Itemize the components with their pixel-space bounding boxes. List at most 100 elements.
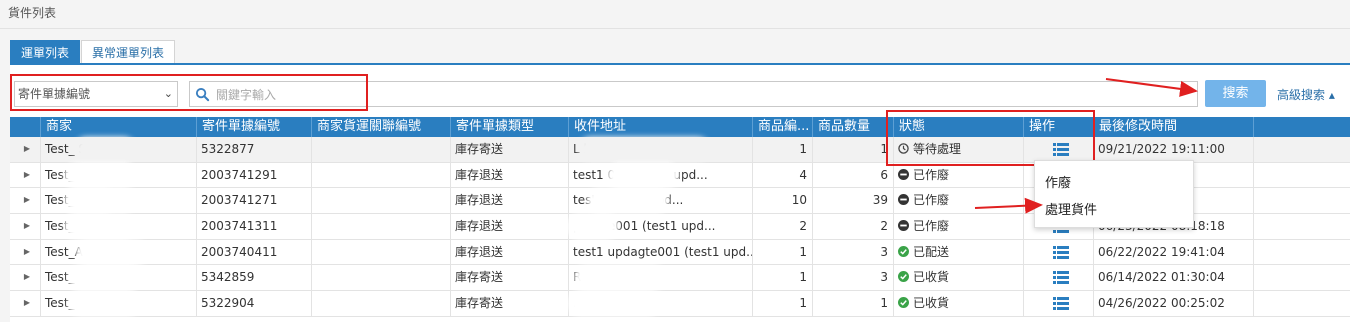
cell-status: 已作廢 [893, 162, 1023, 188]
cell-status: 已作廢 [893, 214, 1023, 239]
cell-status: 已作廢 [893, 188, 1023, 214]
cell-doc-type: 庫存寄送 [450, 291, 568, 316]
cell-item-no: 4 [752, 162, 812, 188]
cell-modified: 06/14/2022 01:30:04 [1093, 265, 1253, 291]
status-label: 已作廢 [913, 167, 950, 182]
table-row[interactable]: ▶Test_ S)5322877庫存寄送L house (IN)11等待處理09… [10, 137, 1350, 163]
list-menu-icon[interactable] [1052, 297, 1069, 311]
redaction-blur [580, 271, 660, 285]
cell-status: 已收貨 [893, 265, 1023, 291]
cell-filler [1253, 291, 1258, 316]
cell-rel-no [311, 239, 450, 265]
tab-exception-waybill-list[interactable]: 異常運單列表 [81, 40, 176, 64]
cell-filler [1253, 239, 1258, 265]
cell-item-no: 1 [752, 239, 812, 265]
expand-row-icon[interactable]: ▶ [10, 291, 40, 316]
cell-rel-no [311, 188, 450, 214]
annotation-box-filter [10, 74, 368, 111]
check-circle-icon [898, 271, 909, 283]
tab-waybill-list[interactable]: 運單列表 [10, 40, 81, 64]
cell-filler [1253, 214, 1258, 239]
status-label: 已收貨 [913, 270, 950, 285]
minus-circle-icon [898, 220, 909, 232]
redaction-blur [82, 245, 142, 259]
advanced-search-link[interactable]: 高級搜索 ▴ [1277, 86, 1335, 103]
redaction-blur [80, 143, 130, 156]
expand-row-icon[interactable]: ▶ [10, 163, 40, 188]
check-circle-icon [898, 245, 909, 257]
menu-item-process-shipment[interactable]: 處理貨件 [1045, 199, 1097, 218]
menu-item-void[interactable]: 作廢 [1045, 172, 1071, 191]
list-menu-icon[interactable] [1052, 271, 1069, 285]
cell-doc-no: 2003740411 [196, 239, 311, 265]
cell-doc-no: 2003741291 [196, 162, 311, 188]
cell-qty: 3 [812, 265, 893, 291]
table-row[interactable]: ▶Test_. S)5342859庫存寄送R ehouse (CA)13已收貨0… [10, 265, 1350, 292]
redaction-blur [593, 194, 663, 208]
cell-doc-type: 庫存退送 [450, 239, 568, 265]
expand-row-icon[interactable]: ▶ [10, 265, 40, 290]
cell-filler [1253, 137, 1258, 162]
cell-doc-type: 庫存退送 [450, 188, 568, 214]
cell-actions[interactable] [1023, 239, 1093, 265]
redaction-blur [74, 271, 134, 285]
col-merchant[interactable]: 商家 [40, 117, 196, 137]
page-title: 貨件列表 [8, 6, 57, 20]
col-address[interactable]: 收件地址 [568, 117, 752, 137]
cell-qty: 2 [812, 214, 893, 239]
col-rel-no[interactable]: 商家貨運關聯編號 [311, 117, 450, 137]
cell-merchant: Test_/ [40, 188, 196, 214]
status-label: 已作廢 [913, 219, 950, 234]
status-label: 已配送 [913, 244, 950, 259]
cell-qty: 6 [812, 162, 893, 188]
table-row[interactable]: ▶ Test_A GS) 2003740411 庫存退送 test1 updagte00… [10, 239, 1350, 266]
cell-item-no: 1 [752, 291, 812, 316]
redaction-blur [74, 297, 134, 311]
cell-item-no: 1 [752, 265, 812, 291]
cell-status: 已收貨 [893, 291, 1023, 316]
expand-row-icon[interactable]: ▶ [10, 214, 40, 239]
col-qty[interactable]: 商品數量 [812, 117, 893, 137]
cell-doc-type: 庫存退送 [450, 162, 568, 188]
cell-rel-no [311, 265, 450, 291]
col-modified[interactable]: 最後修改時間 [1093, 117, 1253, 137]
divider [0, 28, 1350, 29]
col-doc-no[interactable]: 寄件單據編號 [196, 117, 311, 137]
cell-qty: 1 [812, 291, 893, 316]
cell-actions[interactable] [1023, 291, 1093, 316]
cell-doc-no: 5322904 [196, 291, 311, 316]
col-filler [1253, 117, 1350, 137]
search-button[interactable]: 搜索 [1205, 80, 1266, 107]
check-circle-icon [898, 297, 909, 309]
minus-circle-icon [898, 194, 909, 206]
table-header: 商家 寄件單據編號 商家貨運關聯編號 寄件單據類型 收件地址 商品編... 商品… [10, 117, 1350, 137]
cell-filler [1253, 265, 1258, 291]
minus-circle-icon [898, 168, 909, 180]
cell-address: test1 updagte001 (test1 upd... [568, 239, 752, 265]
list-menu-icon[interactable] [1052, 245, 1069, 259]
cell-doc-type: 庫存退送 [450, 214, 568, 239]
cell-rel-no [311, 137, 450, 162]
cell-item-no: 2 [752, 214, 812, 239]
cell-doc-type: 庫存寄送 [450, 265, 568, 291]
table-row[interactable]: ▶Test_A. S)5322904庫存寄送. house (CA)11已收貨0… [10, 291, 1350, 317]
expand-row-icon[interactable]: ▶ [10, 188, 40, 213]
annotation-box-status-actions [886, 110, 1095, 166]
cell-rel-no [311, 162, 450, 188]
cell-modified: 04/26/2022 00:25:02 [1093, 291, 1253, 316]
redaction-blur [70, 220, 130, 234]
status-label: 已作廢 [913, 193, 950, 208]
col-item-no[interactable]: 商品編... [752, 117, 812, 137]
expand-row-icon[interactable]: ▶ [10, 137, 40, 162]
tab-bar: 運單列表 異常運單列表 [10, 40, 176, 64]
redaction-blur [70, 168, 130, 182]
action-dropdown-menu: 作廢 處理貨件 [1034, 160, 1194, 228]
col-doc-type[interactable]: 寄件單據類型 [450, 117, 568, 137]
cell-actions[interactable] [1023, 265, 1093, 291]
redaction-blur [574, 297, 654, 311]
cell-doc-no: 5342859 [196, 265, 311, 291]
expand-row-icon[interactable]: ▶ [10, 240, 40, 265]
cell-filler [1253, 162, 1258, 188]
cell-filler [1253, 188, 1258, 214]
cell-rel-no [311, 291, 450, 316]
